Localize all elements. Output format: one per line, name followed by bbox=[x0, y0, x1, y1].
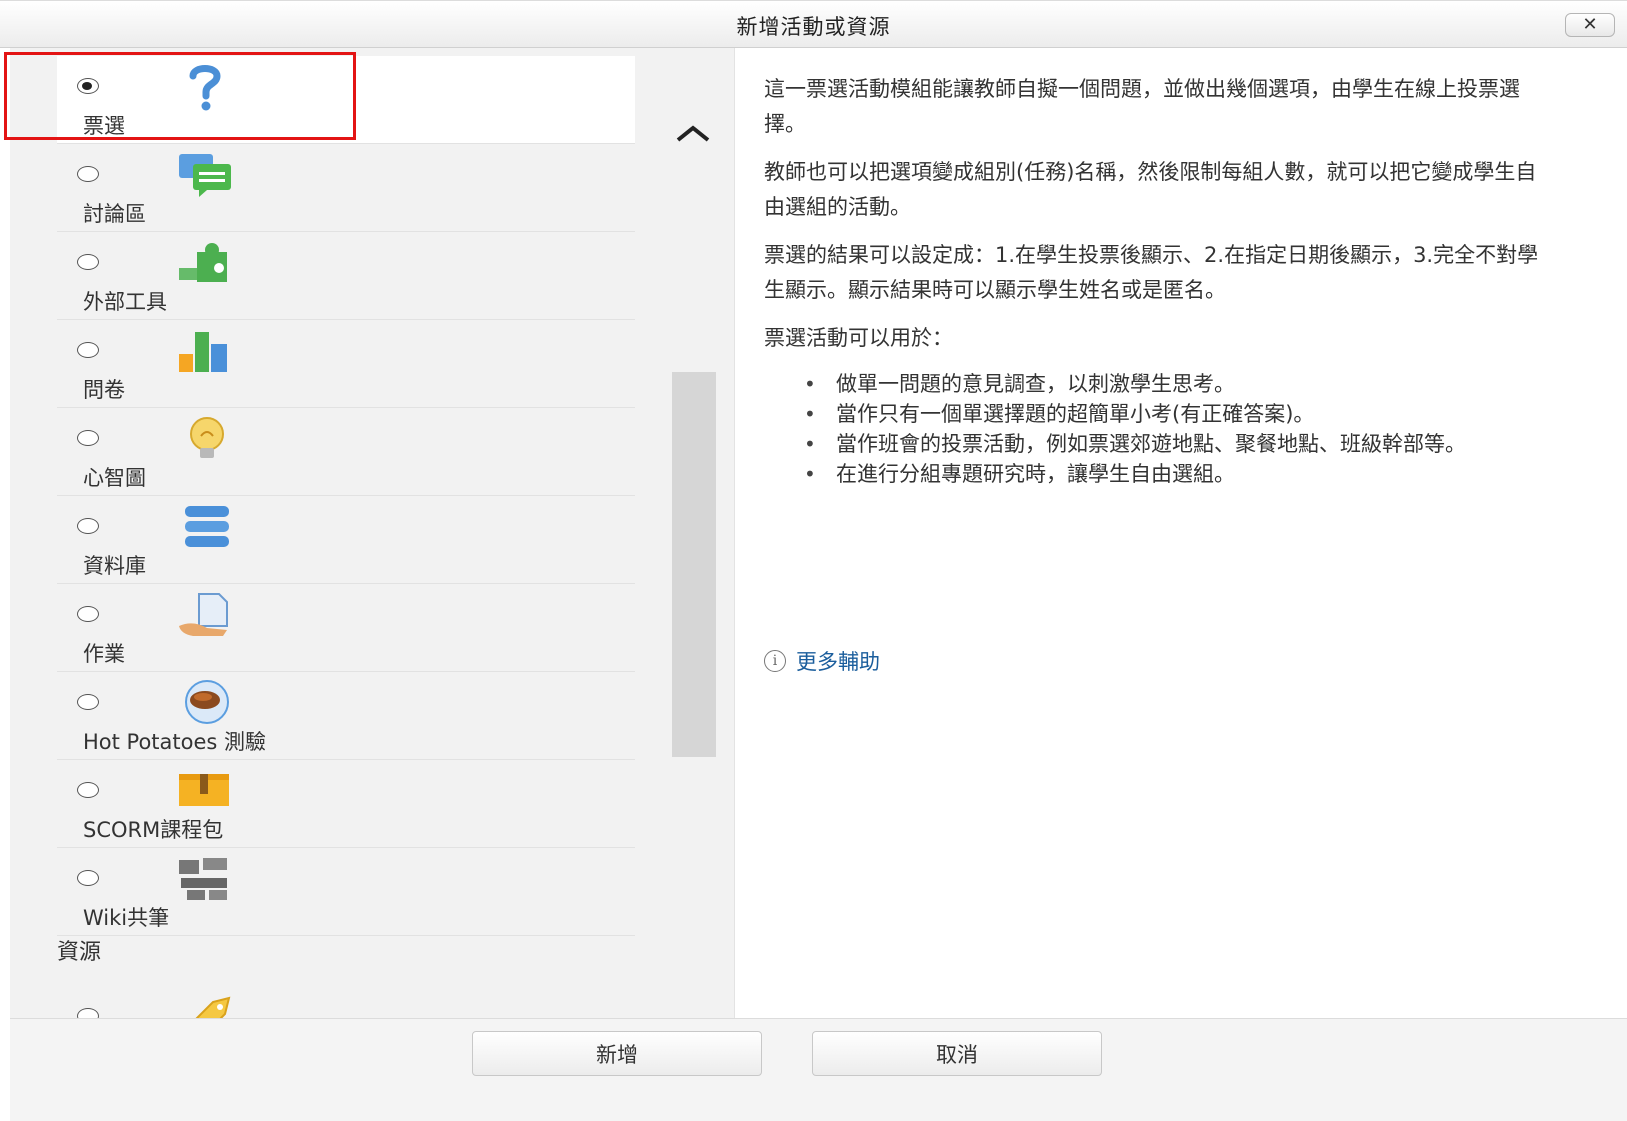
question-mark-icon bbox=[189, 65, 221, 111]
activity-item-assignment[interactable]: 作業 bbox=[57, 584, 635, 672]
activity-item-scorm[interactable]: SCORM課程包 bbox=[57, 760, 635, 848]
activity-item-choice[interactable]: 票選 bbox=[57, 56, 635, 144]
usage-list: 做單一問題的意見調查，以刺激學生思考。 當作只有一個單選擇題的超簡單小考(有正確… bbox=[804, 369, 1544, 489]
activity-label: 外部工具 bbox=[83, 290, 167, 314]
activity-label: 資料庫 bbox=[83, 554, 146, 578]
radio-button[interactable] bbox=[77, 518, 99, 534]
puzzle-piece-icon bbox=[179, 243, 227, 282]
chat-bubbles-icon bbox=[179, 154, 231, 197]
scrollbar-thumb[interactable] bbox=[672, 372, 716, 757]
package-box-icon bbox=[179, 774, 229, 806]
dialog-footer: 新增 取消 bbox=[10, 1018, 1627, 1121]
activity-list: 票選 討論區 外部工具 問卷 心智圖 資料庫 作業 Hot Potatoes 測… bbox=[10, 56, 685, 1051]
more-help-link[interactable]: i 更多輔助 bbox=[764, 646, 880, 676]
info-icon: i bbox=[764, 650, 786, 672]
description-paragraph: 票選的結果可以設定成：1.在學生投票後顯示、2.在指定日期後顯示，3.完全不對學… bbox=[764, 243, 1539, 302]
bar-chart-icon bbox=[179, 332, 227, 372]
activity-label: 問卷 bbox=[83, 378, 125, 402]
chevron-up-icon[interactable] bbox=[670, 118, 716, 148]
usage-list-item: 做單一問題的意見調查，以刺激學生思考。 bbox=[804, 369, 1544, 399]
activity-item-external-tool[interactable]: 外部工具 bbox=[57, 232, 635, 320]
activity-item-questionnaire[interactable]: 問卷 bbox=[57, 320, 635, 408]
radio-button[interactable] bbox=[77, 78, 99, 94]
radio-button[interactable] bbox=[77, 342, 99, 358]
activity-item-mindmap[interactable]: 心智圖 bbox=[57, 408, 635, 496]
radio-button[interactable] bbox=[77, 254, 99, 270]
more-help-label: 更多輔助 bbox=[796, 650, 880, 674]
dialog-titlebar: 新增活動或資源 ✕ bbox=[0, 0, 1627, 48]
activity-label: 心智圖 bbox=[83, 466, 146, 490]
radio-button[interactable] bbox=[77, 430, 99, 446]
radio-button[interactable] bbox=[77, 694, 99, 710]
dialog-title: 新增活動或資源 bbox=[736, 15, 891, 39]
activity-list-panel: 票選 討論區 外部工具 問卷 心智圖 資料庫 作業 Hot Potatoes 測… bbox=[10, 48, 735, 1056]
activity-label: 票選 bbox=[83, 114, 125, 138]
activity-item-database[interactable]: 資料庫 bbox=[57, 496, 635, 584]
usage-list-item: 當作只有一個單選擇題的超簡單小考(有正確答案)。 bbox=[804, 399, 1544, 429]
activity-label: Wiki共筆 bbox=[83, 906, 170, 930]
activity-item-hot-potatoes[interactable]: Hot Potatoes 測驗 bbox=[57, 672, 635, 760]
usage-list-item: 當作班會的投票活動，例如票選郊遊地點、聚餐地點、班級幹部等。 bbox=[804, 429, 1544, 459]
description-paragraph: 這一票選活動模組能讓教師自擬一個問題，並做出幾個選項，由學生在線上投票選擇。 bbox=[764, 77, 1520, 136]
activity-label: Hot Potatoes 測驗 bbox=[83, 730, 267, 754]
description-paragraph: 教師也可以把選項變成組別(任務)名稱，然後限制每組人數，就可以把它變成學生自由選… bbox=[764, 160, 1537, 219]
assignment-hand-icon bbox=[179, 593, 228, 636]
description-paragraph: 票選活動可以用於： bbox=[764, 326, 953, 350]
resources-section-heading: 資源 bbox=[57, 940, 102, 965]
hot-potato-icon bbox=[185, 680, 229, 724]
activity-label: SCORM課程包 bbox=[83, 818, 224, 842]
add-button[interactable]: 新增 bbox=[472, 1031, 762, 1076]
wiki-pieces-icon bbox=[179, 858, 227, 900]
close-button[interactable]: ✕ bbox=[1565, 13, 1615, 37]
close-icon: ✕ bbox=[1582, 14, 1598, 35]
cancel-button[interactable]: 取消 bbox=[812, 1031, 1102, 1076]
database-icon bbox=[185, 506, 229, 547]
lightbulb-icon bbox=[190, 417, 224, 458]
radio-button[interactable] bbox=[77, 870, 99, 886]
add-activity-dialog: 新增活動或資源 ✕ 票選 討論區 外部工具 問卷 心智圖 資料庫 作業 Hot … bbox=[0, 0, 1627, 1121]
list-scrollbar[interactable] bbox=[670, 108, 716, 1066]
usage-list-item: 在進行分組專題研究時，讓學生自由選組。 bbox=[804, 459, 1544, 489]
activity-label: 作業 bbox=[83, 642, 125, 666]
radio-button[interactable] bbox=[77, 782, 99, 798]
activity-description: 這一票選活動模組能讓教師自擬一個問題，並做出幾個選項，由學生在線上投票選擇。 教… bbox=[764, 72, 1544, 489]
radio-button[interactable] bbox=[77, 166, 99, 182]
activity-item-forum[interactable]: 討論區 bbox=[57, 144, 635, 232]
activity-label: 討論區 bbox=[83, 202, 146, 226]
activity-item-wiki[interactable]: Wiki共筆 bbox=[57, 848, 635, 936]
radio-button[interactable] bbox=[77, 606, 99, 622]
